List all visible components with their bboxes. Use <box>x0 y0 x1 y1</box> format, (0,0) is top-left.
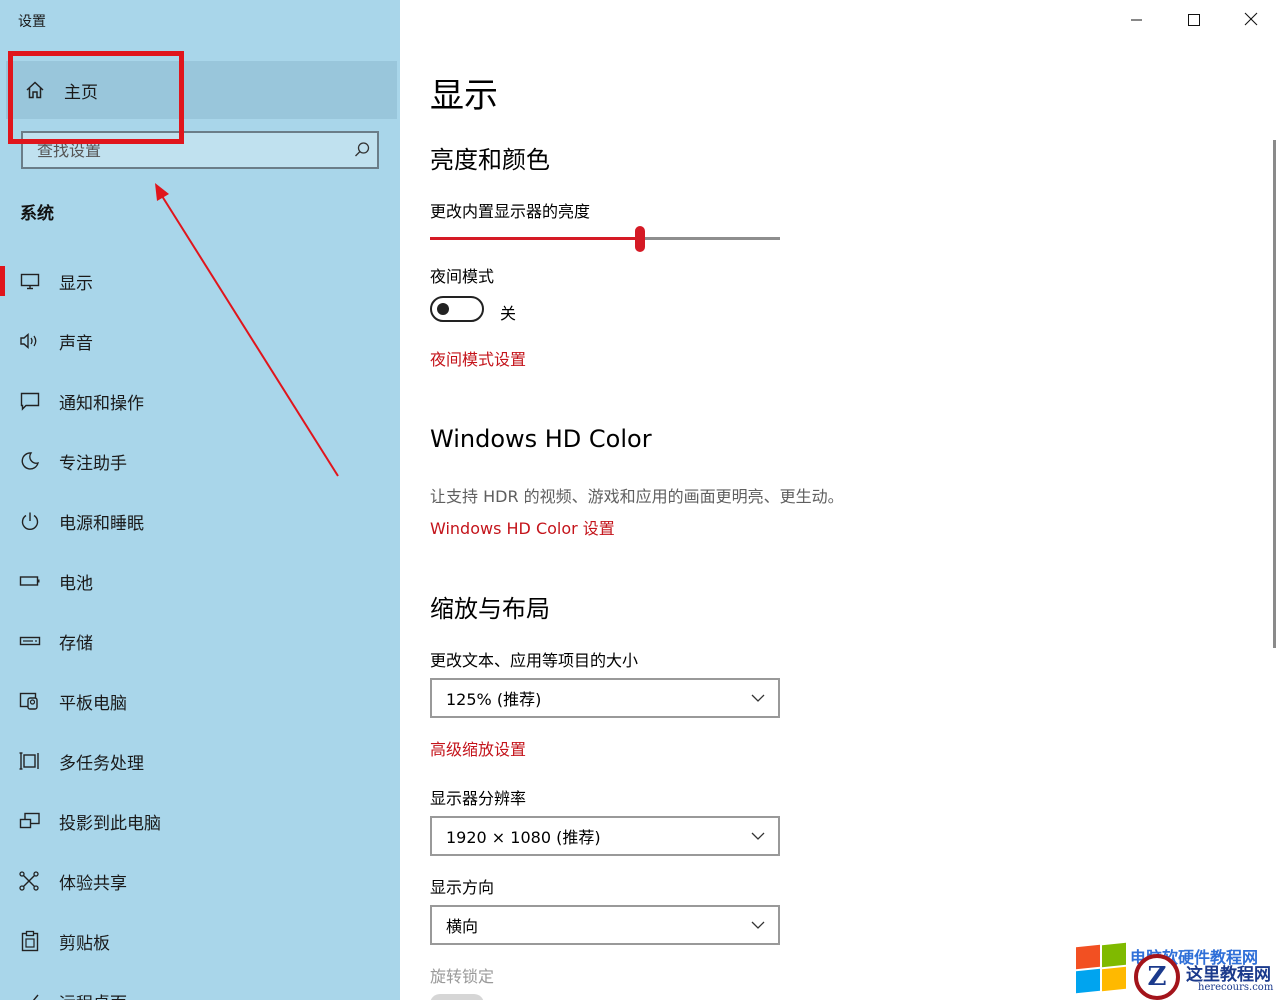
search-box <box>21 131 379 169</box>
project-icon <box>19 810 41 832</box>
rotation-lock-label: 旋转锁定 <box>430 967 495 986</box>
hdr-heading: Windows HD Color <box>430 425 652 453</box>
sidebar-item-label: 声音 <box>59 333 93 354</box>
speaker-icon <box>19 330 41 352</box>
sidebar-item-focus-assist[interactable]: 专注助手 <box>0 431 400 491</box>
sidebar-item-label: 电池 <box>59 573 93 594</box>
sidebar-item-power[interactable]: 电源和睡眠 <box>0 491 400 551</box>
brightness-slider[interactable] <box>430 226 780 252</box>
maximize-icon <box>1187 11 1200 30</box>
sidebar-item-tablet[interactable]: 平板电脑 <box>0 671 400 731</box>
sidebar-item-label: 投影到此电脑 <box>59 813 161 834</box>
main-content: 显示 亮度和颜色 更改内置显示器的亮度 夜间模式 关 夜间模式设置 Window… <box>400 0 1279 1000</box>
sidebar: 设置 主页 系统 显示 声音 通知和操作 <box>0 0 400 1000</box>
sidebar-item-label: 电源和睡眠 <box>59 513 144 534</box>
sidebar-item-label: 主页 <box>64 82 98 103</box>
hdr-settings-link[interactable]: Windows HD Color 设置 <box>430 515 615 539</box>
night-mode-settings-link[interactable]: 夜间模式设置 <box>430 346 526 370</box>
remote-desktop-icon <box>19 990 41 1000</box>
window-controls <box>1108 0 1279 40</box>
share-icon <box>19 870 41 892</box>
scale-label: 更改文本、应用等项目的大小 <box>430 651 639 670</box>
home-icon <box>24 79 46 101</box>
search-icon[interactable] <box>347 141 377 159</box>
hdr-description: 让支持 HDR 的视频、游戏和应用的画面更明亮、更生动。 <box>430 487 844 506</box>
watermark-domain: herecours.com <box>1198 982 1274 993</box>
multitask-icon <box>19 750 41 772</box>
page-title: 显示 <box>430 76 498 116</box>
close-icon <box>1244 11 1258 30</box>
night-mode-toggle[interactable] <box>430 296 484 322</box>
maximize-button[interactable] <box>1165 0 1222 40</box>
orientation-dropdown[interactable]: 横向 <box>430 905 780 945</box>
toggle-knob <box>437 303 449 315</box>
sidebar-item-storage[interactable]: 存储 <box>0 611 400 671</box>
chevron-down-icon <box>750 828 766 844</box>
windows-logo-icon <box>1076 942 1128 994</box>
moon-icon <box>19 450 41 472</box>
rotation-lock-toggle <box>430 994 484 1000</box>
scale-value: 125% (推荐) <box>446 690 542 709</box>
chevron-down-icon <box>750 690 766 706</box>
sidebar-item-display[interactable]: 显示 <box>0 251 400 311</box>
slider-fill <box>430 237 640 240</box>
sidebar-item-notifications[interactable]: 通知和操作 <box>0 371 400 431</box>
brightness-label: 更改内置显示器的亮度 <box>430 202 591 221</box>
sidebar-item-label: 远程桌面 <box>59 989 127 1000</box>
section-title: 系统 <box>20 204 54 224</box>
sidebar-item-remote-desktop[interactable]: 远程桌面 <box>0 971 400 1000</box>
sidebar-item-label: 通知和操作 <box>59 393 144 414</box>
night-mode-state: 关 <box>500 304 517 323</box>
orientation-value: 横向 <box>446 917 479 936</box>
close-button[interactable] <box>1222 0 1279 40</box>
scale-dropdown[interactable]: 125% (推荐) <box>430 678 780 718</box>
scrollbar[interactable] <box>1273 140 1276 648</box>
scale-heading: 缩放与布局 <box>430 595 550 623</box>
battery-icon <box>19 570 41 592</box>
storage-icon <box>19 630 41 652</box>
night-mode-label: 夜间模式 <box>430 267 495 286</box>
minimize-button[interactable] <box>1108 0 1165 40</box>
resolution-label: 显示器分辨率 <box>430 789 527 808</box>
power-icon <box>19 510 41 532</box>
sidebar-item-home[interactable]: 主页 <box>6 61 397 119</box>
sidebar-item-project[interactable]: 投影到此电脑 <box>0 791 400 851</box>
orientation-label: 显示方向 <box>430 878 495 897</box>
clipboard-icon <box>19 930 41 952</box>
sidebar-item-label: 显示 <box>59 273 93 294</box>
sidebar-item-sound[interactable]: 声音 <box>0 311 400 371</box>
sidebar-nav: 显示 声音 通知和操作 专注助手 电源和睡眠 电池 存储 平板电脑 多任务处理 … <box>0 251 400 1000</box>
watermark-seal: Z <box>1134 954 1180 1000</box>
sidebar-item-battery[interactable]: 电池 <box>0 551 400 611</box>
sidebar-item-label: 体验共享 <box>59 873 127 894</box>
search-input[interactable] <box>23 133 347 167</box>
sidebar-item-label: 多任务处理 <box>59 753 144 774</box>
slider-thumb[interactable] <box>635 226 645 252</box>
monitor-icon <box>19 270 41 292</box>
resolution-dropdown[interactable]: 1920 × 1080 (推荐) <box>430 816 780 856</box>
app-title: 设置 <box>18 14 46 30</box>
sidebar-item-label: 存储 <box>59 633 93 654</box>
minimize-icon <box>1130 11 1143 30</box>
sidebar-item-multitasking[interactable]: 多任务处理 <box>0 731 400 791</box>
sidebar-item-clipboard[interactable]: 剪贴板 <box>0 911 400 971</box>
watermark: 电脑软硬件教程网 Z 这里教程网 herecours.com <box>1074 940 1279 1000</box>
sidebar-item-label: 剪贴板 <box>59 933 110 954</box>
chevron-down-icon <box>750 917 766 933</box>
sidebar-item-shared-experiences[interactable]: 体验共享 <box>0 851 400 911</box>
advanced-scaling-link[interactable]: 高级缩放设置 <box>430 736 526 760</box>
resolution-value: 1920 × 1080 (推荐) <box>446 828 601 847</box>
notification-icon <box>19 390 41 412</box>
brightness-heading: 亮度和颜色 <box>430 146 550 174</box>
sidebar-item-label: 专注助手 <box>59 453 127 474</box>
tablet-icon <box>19 690 41 712</box>
sidebar-item-label: 平板电脑 <box>59 693 127 714</box>
